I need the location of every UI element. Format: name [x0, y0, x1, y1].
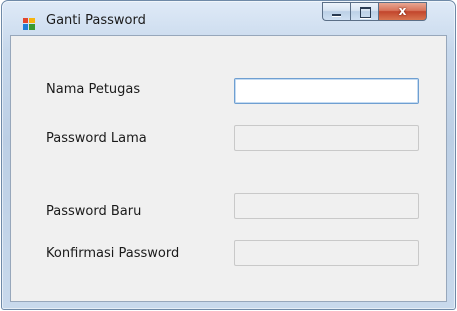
maximize-button[interactable]: [350, 2, 378, 21]
konfirmasi-password-input[interactable]: [234, 240, 419, 266]
minimize-icon: [332, 14, 341, 16]
maximize-icon: [360, 7, 371, 18]
form-panel: Nama Petugas Password Lama Password Baru…: [10, 35, 447, 302]
window-frame: Ganti Password x Nama Petugas Password L…: [1, 0, 456, 310]
close-icon: x: [398, 4, 407, 18]
nama-petugas-label: Nama Petugas: [46, 82, 141, 97]
title-bar[interactable]: Ganti Password x: [2, 1, 455, 35]
password-baru-label: Password Baru: [46, 204, 142, 219]
password-baru-input[interactable]: [234, 193, 419, 219]
app-window-icon: [23, 15, 35, 30]
window-title: Ganti Password: [46, 13, 146, 28]
close-button[interactable]: x: [378, 2, 427, 21]
minimize-button[interactable]: [322, 2, 350, 21]
konfirmasi-password-label: Konfirmasi Password: [46, 246, 180, 261]
password-lama-label: Password Lama: [46, 131, 147, 146]
nama-petugas-input[interactable]: [234, 78, 419, 104]
password-lama-input[interactable]: [234, 125, 419, 151]
